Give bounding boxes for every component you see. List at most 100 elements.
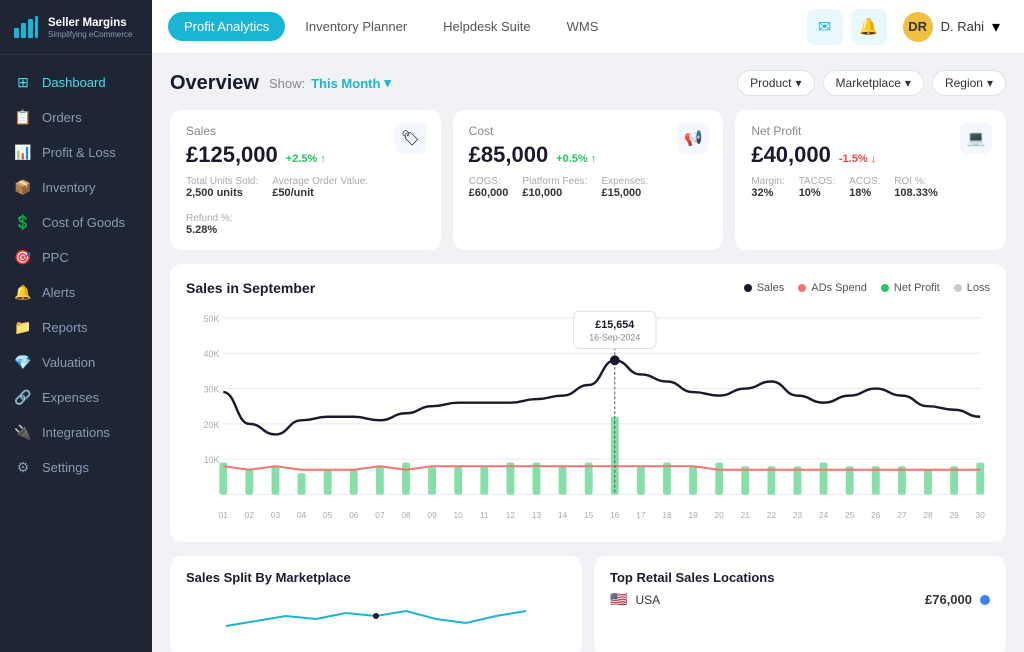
sales-icon: 🏷 bbox=[395, 122, 427, 154]
overview-header: Overview Show: This Month ▾ Product ▾ Ma… bbox=[170, 70, 1006, 96]
svg-text:20: 20 bbox=[715, 510, 725, 520]
top-retail-card: Top Retail Sales Locations 🇺🇸 USA £76,00… bbox=[594, 556, 1006, 652]
product-filter[interactable]: Product ▾ bbox=[737, 70, 814, 96]
svg-text:03: 03 bbox=[271, 510, 281, 520]
orders-icon: 📋 bbox=[14, 109, 32, 126]
sidebar-item-valuation[interactable]: 💎 Valuation bbox=[0, 345, 152, 380]
cost-title: Cost bbox=[469, 124, 708, 138]
alerts-icon: 🔔 bbox=[14, 284, 32, 301]
usa-label: USA bbox=[635, 593, 925, 607]
svg-text:14: 14 bbox=[558, 510, 568, 520]
sales-sub: Total Units Sold: 2,500 units Average Or… bbox=[186, 176, 425, 236]
sidebar-item-integrations[interactable]: 🔌Integrations bbox=[0, 415, 152, 450]
legend-netprofit: Net Profit bbox=[881, 282, 940, 294]
reports-icon: 📁 bbox=[14, 319, 32, 336]
legend-sales: Sales bbox=[744, 282, 785, 294]
tab-inventory-planner[interactable]: Inventory Planner bbox=[289, 12, 423, 41]
svg-text:11: 11 bbox=[480, 510, 489, 520]
tab-wms[interactable]: WMS bbox=[551, 12, 615, 41]
content-area: Overview Show: This Month ▾ Product ▾ Ma… bbox=[152, 54, 1024, 652]
sidebar: Seller Margins Simplifying eCommerce ⊞Da… bbox=[0, 0, 152, 652]
svg-text:15: 15 bbox=[584, 510, 594, 520]
legend-netprofit-label: Net Profit bbox=[894, 282, 940, 294]
cost-sub: COGS: £60,000 Platform Fees: £10,000 Exp… bbox=[469, 176, 708, 199]
chevron-down-icon: ▾ bbox=[905, 76, 911, 90]
sidebar-item-dashboard[interactable]: ⊞ Dashboard bbox=[0, 65, 152, 100]
inventory-icon: 📦 bbox=[14, 179, 32, 196]
ppc-icon: 🎯 bbox=[14, 249, 32, 266]
integrations-icon: 🔌 bbox=[14, 424, 32, 441]
chart-svg: 50K40K30K20K10K£15,65416-Sep-20240102030… bbox=[186, 306, 990, 526]
sidebar-item-settings[interactable]: ⚙Settings bbox=[0, 450, 152, 485]
dashboard-icon: ⊞ bbox=[14, 74, 32, 91]
location-row-usa: 🇺🇸 USA £76,000 bbox=[610, 591, 990, 608]
topbar: Profit AnalyticsInventory PlannerHelpdes… bbox=[152, 0, 1024, 54]
svg-text:23: 23 bbox=[793, 510, 803, 520]
show-label: Show: bbox=[269, 76, 305, 91]
cost-card: Cost 📢 £85,000 +0.5% ↑ COGS: £60,000 Pla… bbox=[453, 110, 724, 250]
legend-ads-dot bbox=[798, 284, 806, 292]
svg-text:18: 18 bbox=[662, 510, 672, 520]
notification-button[interactable]: 🔔 bbox=[851, 9, 887, 45]
period-selector[interactable]: This Month ▾ bbox=[311, 75, 391, 91]
sidebar-item-alerts[interactable]: 🔔 Alerts bbox=[0, 275, 152, 310]
sidebar-item-expenses[interactable]: 🔗Expenses bbox=[0, 380, 152, 415]
sales-split-title: Sales Split By Marketplace bbox=[186, 570, 566, 585]
sidebar-item-profit-loss[interactable]: 📊Profit & Loss bbox=[0, 135, 152, 170]
legend-loss-label: Loss bbox=[967, 282, 990, 294]
net-profit-card: Net Profit 💻 £40,000 -1.5% ↓ Margin: 32%… bbox=[735, 110, 1006, 250]
legend-netprofit-dot bbox=[881, 284, 889, 292]
svg-text:05: 05 bbox=[323, 510, 333, 520]
sales-split-chart bbox=[186, 591, 566, 641]
net-profit-sub: Margin: 32% TACOS: 10% ACOS: 18% ROI %: … bbox=[751, 176, 990, 199]
chart-section: Sales in September Sales ADs Spend Net P… bbox=[170, 264, 1006, 542]
svg-text:16: 16 bbox=[610, 510, 620, 520]
logo-icon bbox=[12, 14, 40, 42]
svg-text:06: 06 bbox=[349, 510, 359, 520]
overview-title: Overview bbox=[170, 72, 259, 95]
region-filter[interactable]: Region ▾ bbox=[932, 70, 1006, 96]
period-label: This Month bbox=[311, 76, 380, 91]
sidebar-label-cost-of-goods: Cost of Goods bbox=[42, 215, 125, 230]
user-menu[interactable]: DR D. Rahi ▾ bbox=[895, 8, 1008, 46]
usa-dot bbox=[980, 595, 990, 605]
tab-helpdesk-suite[interactable]: Helpdesk Suite bbox=[427, 12, 546, 41]
svg-text:01: 01 bbox=[219, 510, 229, 520]
svg-text:30K: 30K bbox=[204, 384, 220, 394]
header-filters: Product ▾ Marketplace ▾ Region ▾ bbox=[737, 70, 1006, 96]
sidebar-label-valuation: Valuation bbox=[42, 355, 95, 370]
cost-change: +0.5% ↑ bbox=[556, 153, 596, 165]
chevron-down-icon: ▾ bbox=[987, 76, 993, 90]
svg-text:08: 08 bbox=[401, 510, 411, 520]
svg-text:26: 26 bbox=[871, 510, 881, 520]
legend-ads-label: ADs Spend bbox=[811, 282, 867, 294]
tab-profit-analytics[interactable]: Profit Analytics bbox=[168, 12, 285, 41]
sidebar-item-orders[interactable]: 📋Orders bbox=[0, 100, 152, 135]
avatar: DR bbox=[903, 12, 933, 42]
svg-text:24: 24 bbox=[819, 510, 829, 520]
bottom-row: Sales Split By Marketplace Top Retail Sa… bbox=[170, 556, 1006, 652]
sales-change: +2.5% ↑ bbox=[286, 153, 326, 165]
legend-loss-dot bbox=[954, 284, 962, 292]
chart-header: Sales in September Sales ADs Spend Net P… bbox=[186, 280, 990, 296]
sidebar-item-cost-of-goods[interactable]: 💲Cost of Goods bbox=[0, 205, 152, 240]
sidebar-label-profit-loss: Profit & Loss bbox=[42, 145, 116, 160]
svg-text:25: 25 bbox=[845, 510, 855, 520]
marketplace-filter-label: Marketplace bbox=[836, 76, 901, 90]
sidebar-item-ppc[interactable]: 🎯PPC bbox=[0, 240, 152, 275]
sidebar-label-alerts: Alerts bbox=[42, 285, 75, 300]
valuation-icon: 💎 bbox=[14, 354, 32, 371]
marketplace-filter[interactable]: Marketplace ▾ bbox=[823, 70, 924, 96]
sidebar-label-dashboard: Dashboard bbox=[42, 75, 106, 90]
cost-value: £85,000 bbox=[469, 142, 549, 168]
user-name: D. Rahi bbox=[941, 19, 984, 34]
svg-text:22: 22 bbox=[767, 510, 777, 520]
email-button[interactable]: ✉ bbox=[807, 9, 843, 45]
sidebar-item-reports[interactable]: 📁Reports bbox=[0, 310, 152, 345]
chevron-down-icon: ▾ bbox=[384, 75, 391, 91]
svg-text:40K: 40K bbox=[204, 349, 220, 359]
svg-text:19: 19 bbox=[688, 510, 698, 520]
topbar-icons: ✉ 🔔 DR D. Rahi ▾ bbox=[807, 8, 1008, 46]
metric-cards: Sales 🏷 £125,000 +2.5% ↑ Total Units Sol… bbox=[170, 110, 1006, 250]
sidebar-item-inventory[interactable]: 📦Inventory bbox=[0, 170, 152, 205]
